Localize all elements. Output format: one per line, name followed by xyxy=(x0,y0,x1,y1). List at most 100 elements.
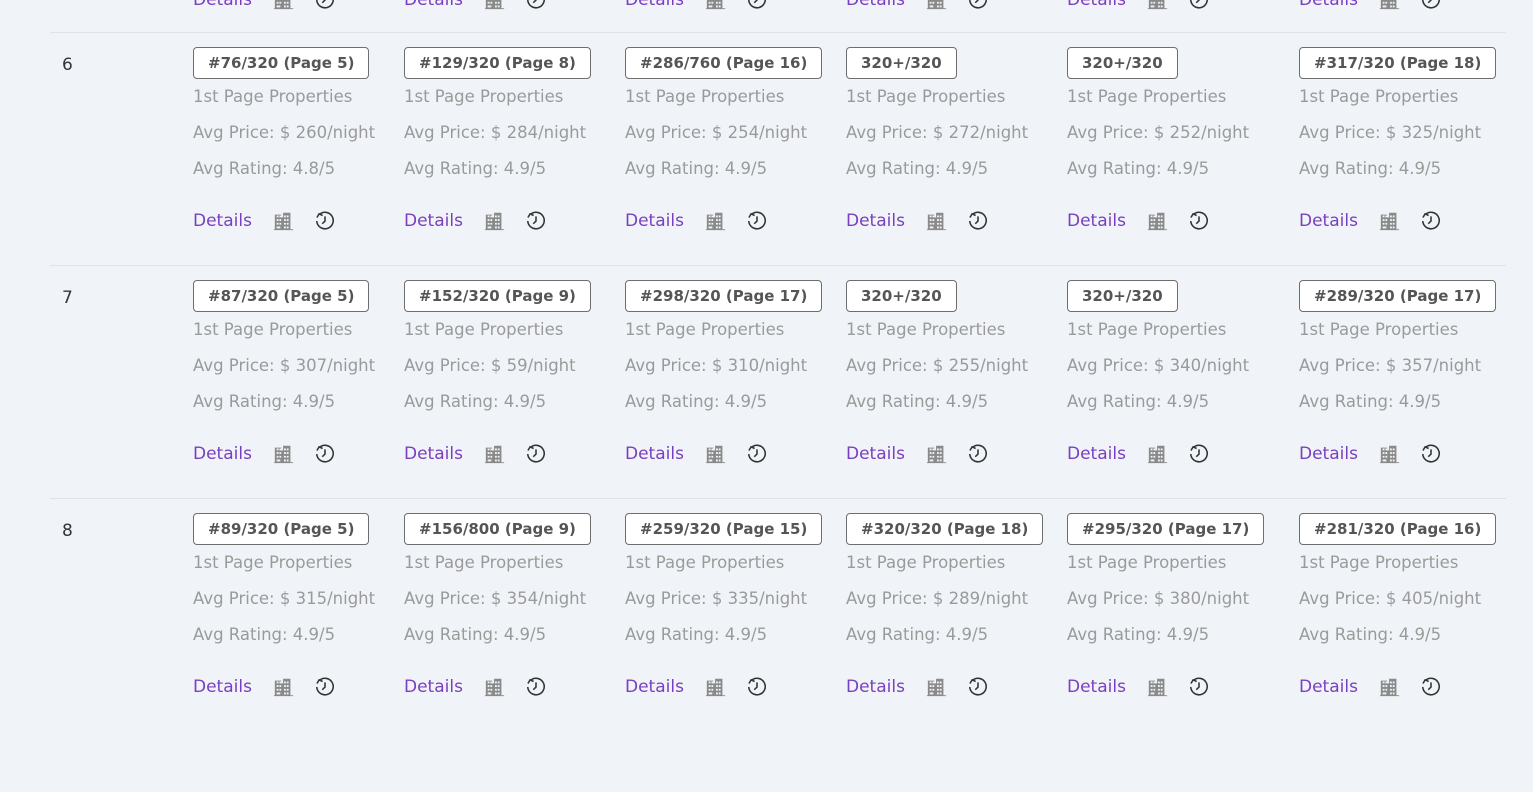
building-icon[interactable] xyxy=(1378,675,1402,699)
building-icon[interactable] xyxy=(1146,209,1170,233)
history-clock-icon[interactable] xyxy=(966,675,990,699)
cell-actions: Details xyxy=(1067,0,1228,12)
details-link[interactable]: Details xyxy=(846,211,905,231)
building-icon[interactable] xyxy=(925,209,949,233)
rank-badge[interactable]: #152/320 (Page 9) xyxy=(404,280,591,312)
details-link[interactable]: Details xyxy=(404,0,463,10)
building-icon[interactable] xyxy=(1146,0,1170,12)
rank-badge[interactable]: 320+/320 xyxy=(1067,47,1178,79)
details-link[interactable]: Details xyxy=(193,677,252,697)
building-icon[interactable] xyxy=(925,675,949,699)
details-link[interactable]: Details xyxy=(625,677,684,697)
building-icon[interactable] xyxy=(1146,675,1170,699)
history-clock-icon[interactable] xyxy=(1187,675,1211,699)
history-clock-icon[interactable] xyxy=(745,442,769,466)
history-clock-icon[interactable] xyxy=(745,0,769,12)
building-icon[interactable] xyxy=(272,442,296,466)
details-link[interactable]: Details xyxy=(1067,0,1126,10)
rank-badge[interactable]: #281/320 (Page 16) xyxy=(1299,513,1497,545)
building-icon[interactable] xyxy=(483,209,507,233)
history-clock-icon[interactable] xyxy=(1419,209,1443,233)
building-icon[interactable] xyxy=(272,209,296,233)
first-page-properties-label: 1st Page Properties xyxy=(193,87,353,106)
details-link[interactable]: Details xyxy=(625,211,684,231)
rank-badge[interactable]: #320/320 (Page 18) xyxy=(846,513,1044,545)
details-link[interactable]: Details xyxy=(1067,211,1126,231)
details-link[interactable]: Details xyxy=(1299,0,1358,10)
details-link[interactable]: Details xyxy=(193,211,252,231)
history-clock-icon[interactable] xyxy=(313,675,337,699)
history-clock-icon[interactable] xyxy=(313,0,337,12)
history-clock-icon[interactable] xyxy=(1187,442,1211,466)
history-clock-icon[interactable] xyxy=(1187,209,1211,233)
history-clock-icon[interactable] xyxy=(524,442,548,466)
details-link[interactable]: Details xyxy=(404,677,463,697)
rank-badge[interactable]: 320+/320 xyxy=(846,47,957,79)
history-clock-icon[interactable] xyxy=(1419,675,1443,699)
partial-cell: Details xyxy=(1067,0,1228,12)
history-clock-icon[interactable] xyxy=(524,0,548,12)
rank-badge[interactable]: #295/320 (Page 17) xyxy=(1067,513,1265,545)
rank-badge[interactable]: #129/320 (Page 8) xyxy=(404,47,591,79)
history-clock-icon[interactable] xyxy=(313,209,337,233)
details-link[interactable]: Details xyxy=(193,444,252,464)
history-clock-icon[interactable] xyxy=(966,442,990,466)
details-link[interactable]: Details xyxy=(625,0,684,10)
history-clock-icon[interactable] xyxy=(313,442,337,466)
building-icon[interactable] xyxy=(1378,0,1402,12)
history-clock-icon[interactable] xyxy=(1187,0,1211,12)
rank-badge[interactable]: #317/320 (Page 18) xyxy=(1299,47,1497,79)
rank-badge[interactable]: #87/320 (Page 5) xyxy=(193,280,370,312)
building-icon[interactable] xyxy=(704,209,728,233)
history-clock-icon[interactable] xyxy=(966,0,990,12)
details-link[interactable]: Details xyxy=(193,0,252,10)
building-icon[interactable] xyxy=(704,675,728,699)
history-clock-icon[interactable] xyxy=(524,209,548,233)
details-link[interactable]: Details xyxy=(846,0,905,10)
history-clock-icon[interactable] xyxy=(1419,442,1443,466)
details-link[interactable]: Details xyxy=(846,677,905,697)
rank-badge[interactable]: #298/320 (Page 17) xyxy=(625,280,823,312)
building-icon[interactable] xyxy=(1146,442,1170,466)
details-link[interactable]: Details xyxy=(846,444,905,464)
details-link[interactable]: Details xyxy=(1299,444,1358,464)
building-icon[interactable] xyxy=(483,442,507,466)
history-clock-icon[interactable] xyxy=(1419,0,1443,12)
details-link[interactable]: Details xyxy=(404,211,463,231)
history-clock-icon[interactable] xyxy=(966,209,990,233)
avg-price: Avg Price: $ 357/night xyxy=(1299,356,1482,375)
building-icon[interactable] xyxy=(704,0,728,12)
building-icon[interactable] xyxy=(925,442,949,466)
building-icon[interactable] xyxy=(272,675,296,699)
cell-actions: Details xyxy=(846,675,1043,699)
avg-rating: Avg Rating: 4.9/5 xyxy=(1067,159,1210,178)
building-icon[interactable] xyxy=(483,0,507,12)
details-link[interactable]: Details xyxy=(1299,677,1358,697)
details-link[interactable]: Details xyxy=(404,444,463,464)
rank-badge[interactable]: #259/320 (Page 15) xyxy=(625,513,823,545)
ranking-cell: #320/320 (Page 18) 1st Page Properties Avg… xyxy=(846,513,1044,699)
rank-badge[interactable]: 320+/320 xyxy=(1067,280,1178,312)
history-clock-icon[interactable] xyxy=(524,675,548,699)
rank-badge[interactable]: #76/320 (Page 5) xyxy=(193,47,370,79)
partial-cell: Details xyxy=(846,0,1007,12)
building-icon[interactable] xyxy=(704,442,728,466)
history-clock-icon[interactable] xyxy=(745,675,769,699)
rank-badge[interactable]: 320+/320 xyxy=(846,280,957,312)
cell-actions: Details xyxy=(1299,675,1496,699)
building-icon[interactable] xyxy=(483,675,507,699)
first-page-properties-label: 1st Page Properties xyxy=(1067,320,1227,339)
building-icon[interactable] xyxy=(925,0,949,12)
rank-badge[interactable]: #156/800 (Page 9) xyxy=(404,513,591,545)
building-icon[interactable] xyxy=(1378,209,1402,233)
details-link[interactable]: Details xyxy=(1067,444,1126,464)
rank-badge[interactable]: #89/320 (Page 5) xyxy=(193,513,370,545)
building-icon[interactable] xyxy=(272,0,296,12)
details-link[interactable]: Details xyxy=(1067,677,1126,697)
history-clock-icon[interactable] xyxy=(745,209,769,233)
building-icon[interactable] xyxy=(1378,442,1402,466)
details-link[interactable]: Details xyxy=(625,444,684,464)
details-link[interactable]: Details xyxy=(1299,211,1358,231)
rank-badge[interactable]: #286/760 (Page 16) xyxy=(625,47,823,79)
rank-badge[interactable]: #289/320 (Page 17) xyxy=(1299,280,1497,312)
